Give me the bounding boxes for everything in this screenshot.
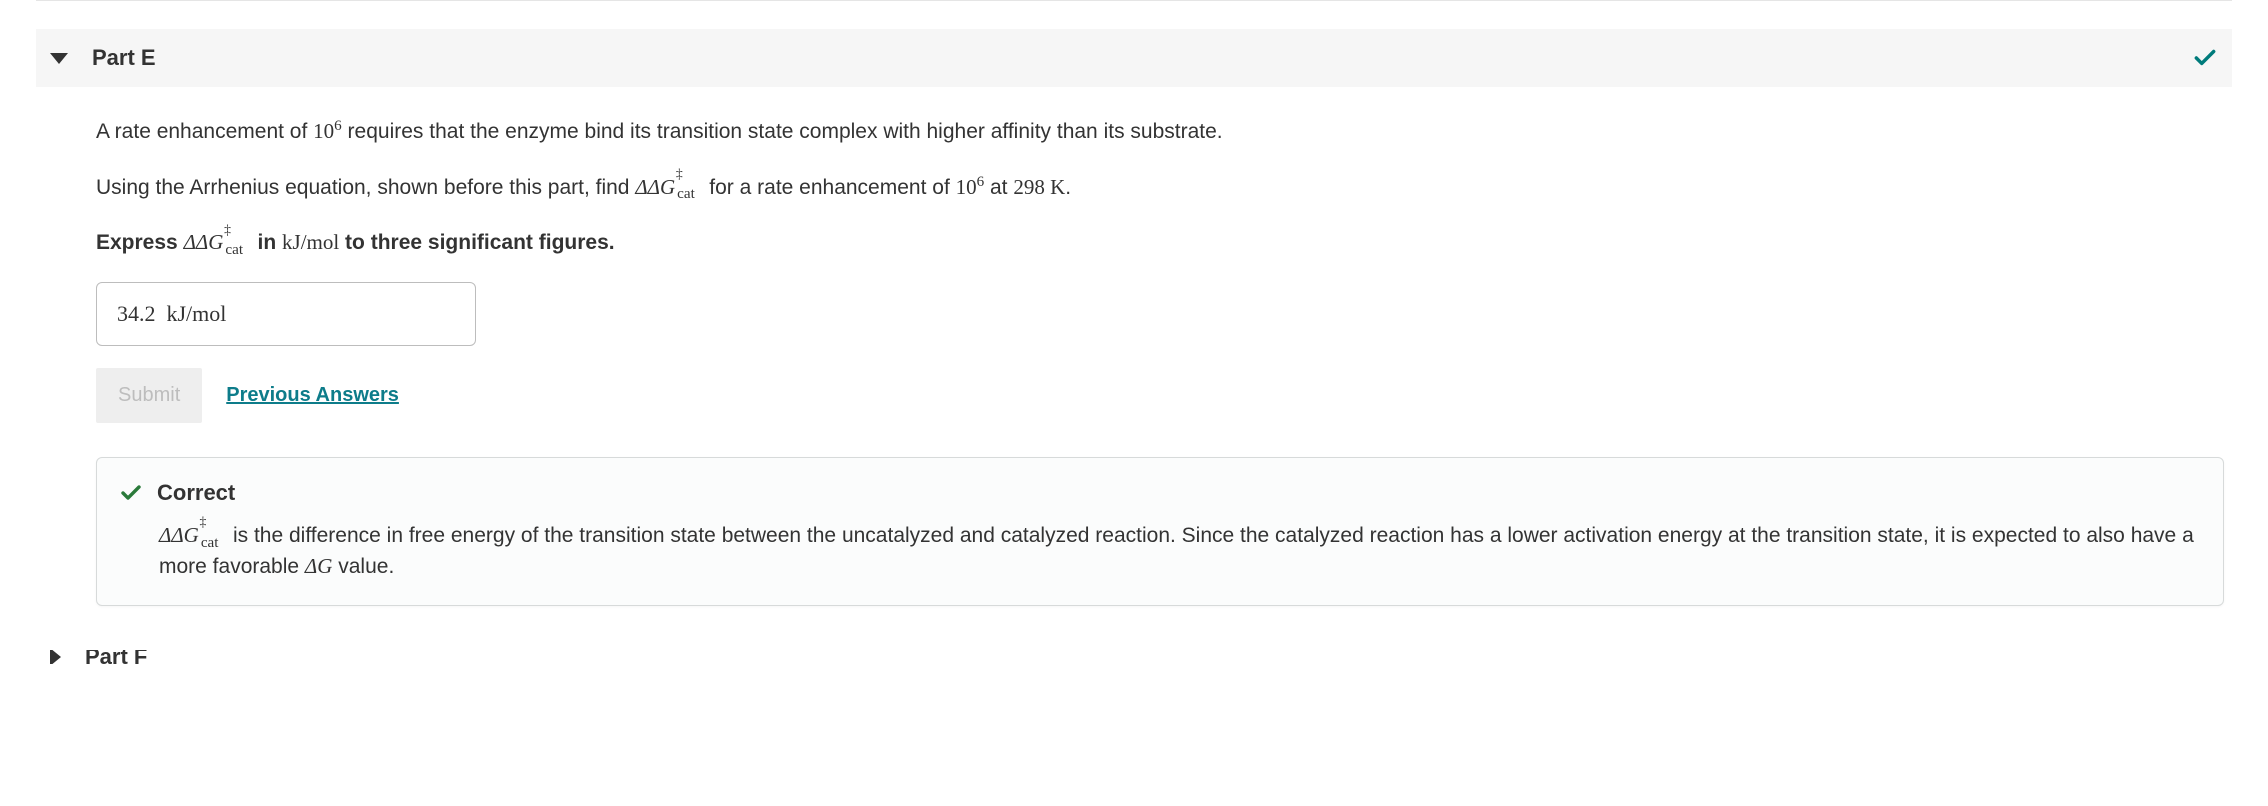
feedback-box: Correct ΔΔG‡cat is the difference in fre… (96, 457, 2224, 606)
part-f-header[interactable]: Part F (36, 650, 2232, 664)
part-e-header[interactable]: Part E (36, 29, 2232, 87)
express-instruction: Express ΔΔG‡cat in kJ/mol to three signi… (96, 226, 2224, 260)
answer-units: kJ/mol (167, 301, 227, 326)
part-body: A rate enhancement of 106 requires that … (36, 87, 2232, 650)
caret-right-icon (50, 650, 61, 664)
check-icon (2192, 45, 2218, 71)
question-para-2: Using the Arrhenius equation, shown befo… (96, 171, 2224, 205)
question-para-1: A rate enhancement of 106 requires that … (96, 115, 2224, 149)
caret-down-icon (50, 53, 68, 64)
answer-input[interactable]: 34.2 kJ/mol (96, 282, 476, 346)
feedback-title: Correct (157, 476, 235, 510)
check-icon (119, 481, 143, 505)
part-title: Part E (92, 45, 156, 71)
next-part-title: Part F (85, 650, 147, 664)
submit-button: Submit (96, 368, 202, 423)
previous-answers-link[interactable]: Previous Answers (226, 380, 399, 411)
feedback-text: ΔΔG‡cat is the difference in free energy… (119, 520, 2201, 583)
answer-value: 34.2 (117, 301, 156, 326)
